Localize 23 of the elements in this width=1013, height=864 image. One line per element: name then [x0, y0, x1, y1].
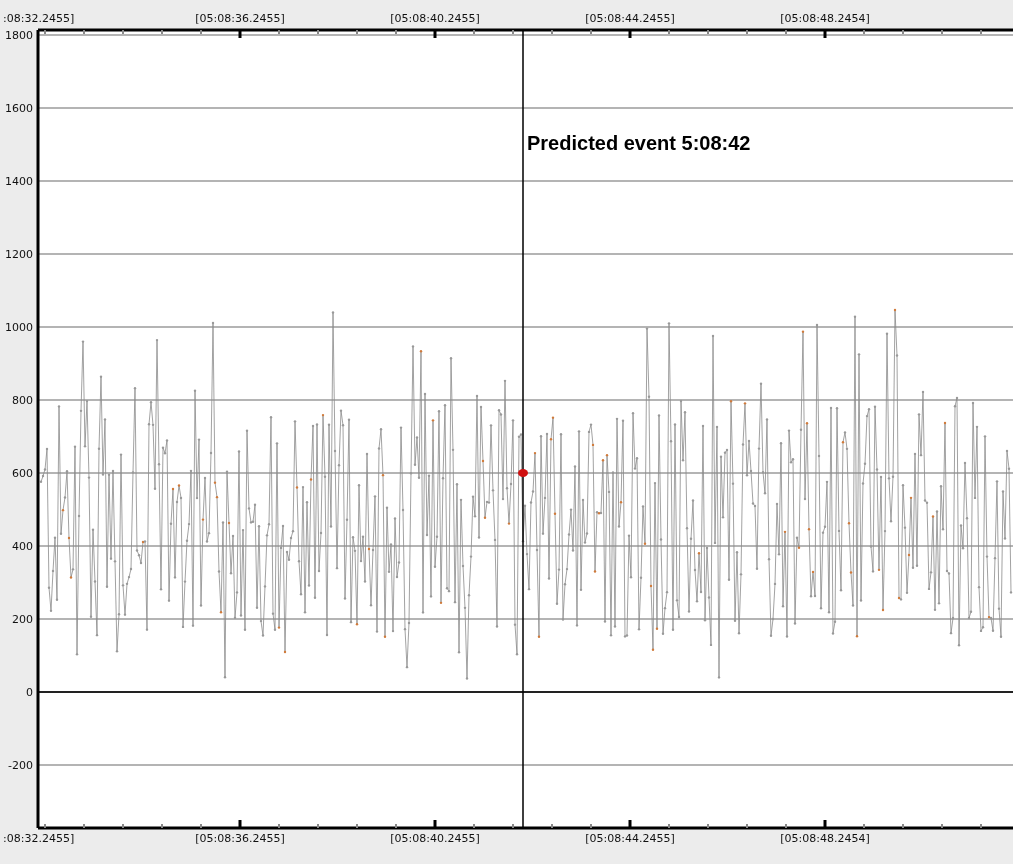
event-annotation: Predicted event 5:08:42 [527, 132, 751, 154]
y-axis-label: 1600 [5, 102, 33, 115]
y-axis-label: 200 [12, 613, 33, 626]
time-axis-label: [05:08:36.2455] [195, 12, 285, 25]
time-axis-label: [05:08:48.2454] [780, 12, 870, 25]
time-axis-label: :08:32.2455] [3, 12, 75, 25]
time-axis-label: :08:32.2455] [3, 832, 75, 845]
time-axis-label: [05:08:36.2455] [195, 832, 285, 845]
y-axis-label: 1800 [5, 29, 33, 42]
y-axis-label: 400 [12, 540, 33, 553]
time-axis-label: [05:08:48.2454] [780, 832, 870, 845]
time-axis-label: [05:08:40.2455] [390, 832, 480, 845]
time-axis-label: [05:08:44.2455] [585, 12, 675, 25]
y-axis-label: 1400 [5, 175, 33, 188]
time-axis-label: [05:08:40.2455] [390, 12, 480, 25]
y-axis-label: -200 [8, 759, 33, 772]
y-axis-label: 1000 [5, 321, 33, 334]
event-point [518, 469, 528, 477]
y-axis-label: 1200 [5, 248, 33, 261]
y-axis-label: 800 [12, 394, 33, 407]
y-axis-label: 0 [26, 686, 33, 699]
time-axis-label: [05:08:44.2455] [585, 832, 675, 845]
y-axis-label: 600 [12, 467, 33, 480]
